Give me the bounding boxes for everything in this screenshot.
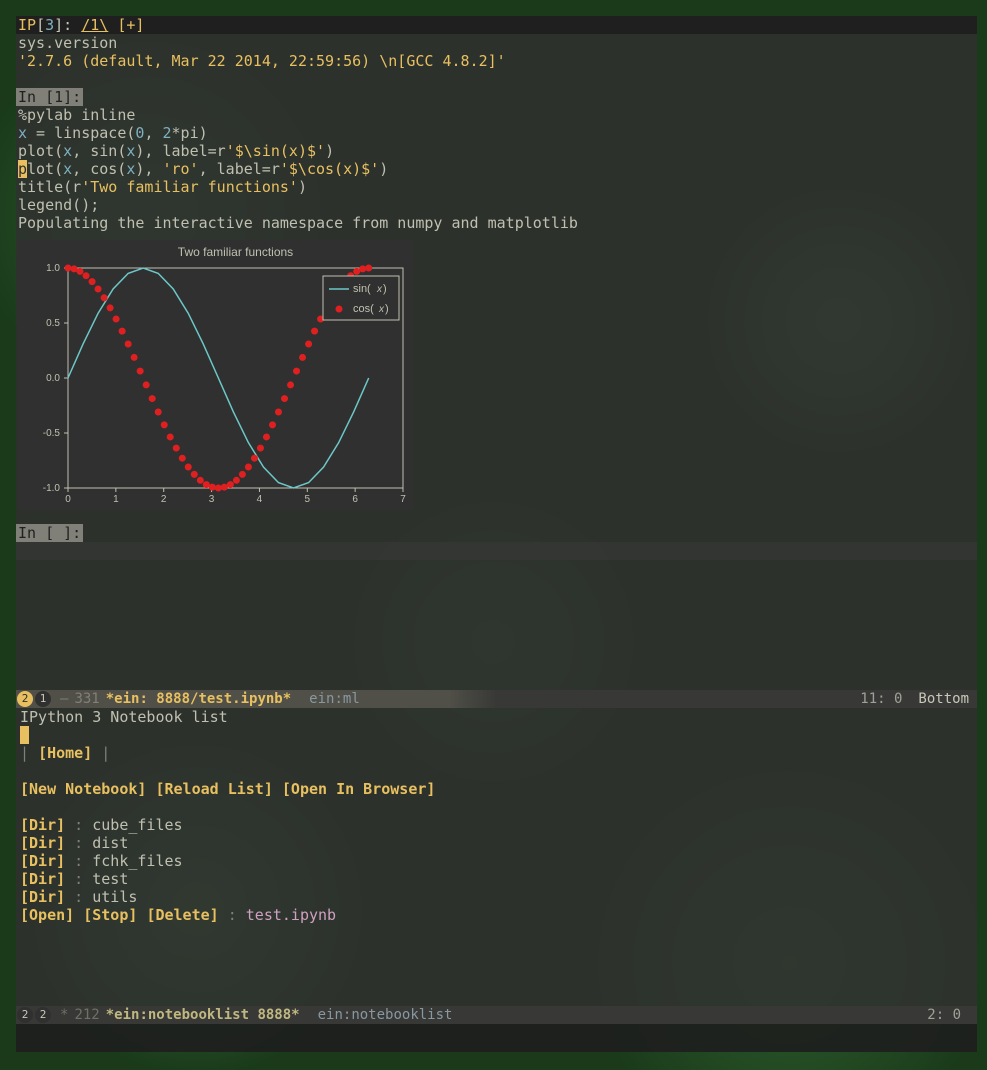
svg-text:1: 1 — [113, 494, 119, 505]
svg-text:): ) — [385, 303, 389, 315]
modeline-top: 21 — 331 *ein: 8888/test.ipynb* ein:ml 1… — [16, 690, 977, 708]
major-mode-bottom: ein:notebooklist — [318, 1006, 453, 1024]
editor-pane-top[interactable]: IP[3]: /1\ [+] sys.version '2.7.6 (defau… — [16, 16, 977, 690]
dir-link[interactable]: [Dir] — [20, 870, 65, 888]
svg-text:x: x — [378, 304, 385, 315]
chart-output: Two familiar functions 0 1 2 3 4 5 6 7 -1.0 -0.5 0.… — [18, 240, 413, 510]
notebook-file[interactable]: test.ipynb — [246, 906, 336, 924]
cell-0-output: '2.7.6 (default, Mar 22 2014, 22:59:56) … — [16, 52, 977, 70]
cell-2-input[interactable] — [16, 542, 977, 560]
active-tab[interactable]: /1\ — [81, 16, 108, 34]
badge-2-icon: 2 — [17, 691, 33, 707]
reload-list-button[interactable]: [Reload List] — [155, 780, 272, 798]
svg-text:6: 6 — [352, 494, 358, 505]
cursor-bottom — [20, 726, 29, 744]
badge-1-icon: 1 — [35, 691, 51, 707]
svg-text:): ) — [383, 283, 387, 295]
svg-text:sin(: sin( — [353, 283, 371, 295]
cursor-position: 11: 0 — [860, 690, 902, 708]
minibuffer[interactable] — [16, 1024, 977, 1052]
svg-text:Two familiar functions: Two familiar functions — [178, 245, 293, 259]
cursor-position-bottom: 2: 0 — [927, 1006, 961, 1024]
buffer-name: *ein: 8888/test.ipynb* — [106, 690, 291, 708]
svg-text:5: 5 — [305, 494, 311, 505]
svg-text:0.5: 0.5 — [46, 318, 60, 329]
cursor: p — [18, 160, 27, 178]
editor-pane-bottom[interactable]: IPython 3 Notebook list | [Home] | [New … — [16, 708, 977, 1006]
delete-file-button[interactable]: [Delete] — [146, 906, 218, 924]
tab-line: IP[3]: /1\ [+] — [16, 16, 977, 34]
open-file-button[interactable]: [Open] — [20, 906, 74, 924]
new-notebook-button[interactable]: [New Notebook] — [20, 780, 146, 798]
dir-link[interactable]: [Dir] — [20, 834, 65, 852]
svg-text:-1.0: -1.0 — [43, 483, 61, 494]
cell-2-prompt[interactable]: In [ ]: — [16, 524, 977, 542]
badge-2c-icon: 2 — [35, 1007, 51, 1023]
svg-text:0.0: 0.0 — [46, 373, 60, 384]
buffer-name-bottom: *ein:notebooklist 8888* — [106, 1006, 300, 1024]
badge-2b-icon: 2 — [17, 1007, 33, 1023]
add-tab-icon[interactable]: [+] — [117, 16, 144, 34]
dir-link[interactable]: [Dir] — [20, 816, 65, 834]
svg-text:2: 2 — [161, 494, 167, 505]
notebooklist-title: IPython 3 Notebook list — [20, 708, 977, 726]
svg-text:-0.5: -0.5 — [43, 428, 61, 439]
svg-text:cos(: cos( — [353, 303, 374, 315]
home-link[interactable]: [Home] — [38, 744, 92, 762]
dir-link[interactable]: [Dir] — [20, 888, 65, 906]
tab-prefix: IP — [18, 16, 36, 34]
svg-text:1.0: 1.0 — [46, 263, 60, 274]
dir-link[interactable]: [Dir] — [20, 852, 65, 870]
scroll-position: Bottom — [918, 690, 969, 708]
svg-text:3: 3 — [209, 494, 215, 505]
cell-0-input[interactable]: sys.version — [16, 34, 977, 52]
open-in-browser-button[interactable]: [Open In Browser] — [282, 780, 436, 798]
svg-text:0: 0 — [65, 494, 71, 505]
svg-text:4: 4 — [257, 494, 263, 505]
cell-1-code[interactable]: %pylab inline x = linspace(0, 2*pi) plot… — [16, 106, 977, 214]
cell-1-prompt: In [1]: — [16, 88, 977, 106]
svg-text:7: 7 — [400, 494, 406, 505]
stop-file-button[interactable]: [Stop] — [83, 906, 137, 924]
modeline-bottom: 22 * 212 *ein:notebooklist 8888* ein:not… — [16, 1006, 977, 1024]
cell-1-output-text: Populating the interactive namespace fro… — [16, 214, 977, 232]
major-mode: ein:ml — [309, 690, 360, 708]
svg-text:x: x — [376, 284, 383, 295]
